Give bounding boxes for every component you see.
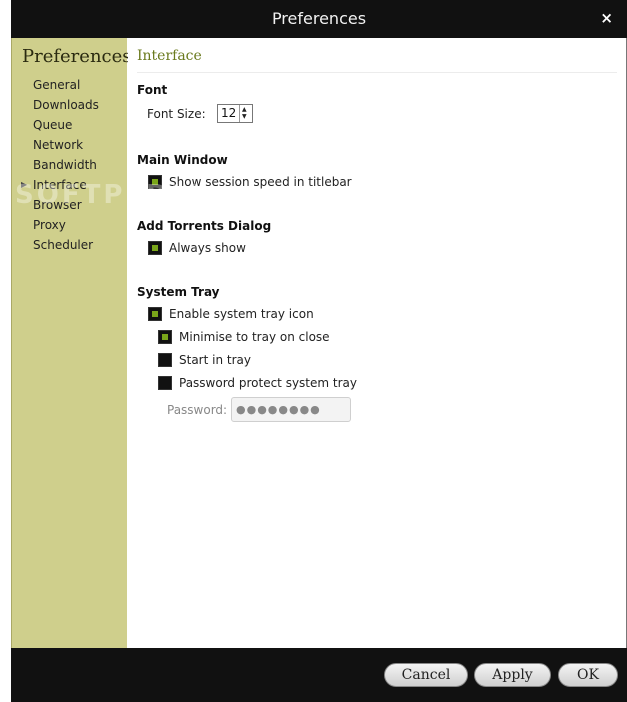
sidebar-item-proxy[interactable]: Proxy (33, 216, 66, 234)
button-bar: Cancel Apply OK (11, 648, 627, 702)
font-size-value[interactable]: 12 (221, 106, 236, 120)
content-panel: Interface Font Font Size: 12 ▲ ▼ Main Wi… (128, 38, 627, 648)
title-bar: Preferences × (11, 0, 627, 38)
sidebar-item-network[interactable]: Network (33, 136, 83, 154)
sidebar-item-queue[interactable]: Queue (33, 116, 72, 134)
sidebar-item-interface[interactable]: Interface (33, 176, 87, 194)
stepper-down-icon[interactable]: ▼ (242, 114, 247, 120)
sidebar-item-bandwidth[interactable]: Bandwidth (33, 156, 97, 174)
password-field[interactable]: ●●●●●●●● (231, 397, 351, 422)
sidebar-item-browser[interactable]: Browser (33, 196, 82, 214)
show-speed-label: Show session speed in titlebar (169, 175, 352, 189)
sidebar-title: Preferences (22, 46, 132, 67)
sidebar-item-downloads[interactable]: Downloads (33, 96, 99, 114)
add-torrents-heading: Add Torrents Dialog (137, 219, 272, 233)
start-in-tray-label: Start in tray (179, 353, 251, 367)
password-protect-label: Password protect system tray (179, 376, 357, 390)
always-show-checkbox[interactable] (148, 241, 162, 255)
always-show-label: Always show (169, 241, 246, 255)
section-title: Interface (137, 48, 202, 64)
font-size-label: Font Size: (147, 107, 206, 121)
sidebar: Preferences General Downloads Queue Netw… (11, 38, 132, 648)
sidebar-item-general[interactable]: General (33, 76, 80, 94)
ok-button[interactable]: OK (558, 663, 618, 687)
section-divider (137, 72, 617, 73)
minimise-tray-label: Minimise to tray on close (179, 330, 330, 344)
start-in-tray-checkbox[interactable] (158, 353, 172, 367)
preferences-window: Preferences × Preferences General Downlo… (11, 0, 627, 702)
show-speed-checkbox[interactable] (148, 175, 162, 189)
password-protect-checkbox[interactable] (158, 376, 172, 390)
font-size-stepper[interactable]: 12 ▲ ▼ (217, 104, 253, 123)
stepper-buttons: ▲ ▼ (239, 105, 252, 122)
sidebar-item-scheduler[interactable]: Scheduler (33, 236, 93, 254)
apply-button[interactable]: Apply (474, 663, 551, 687)
active-marker-icon: ▶ (21, 180, 28, 189)
close-icon[interactable]: × (600, 9, 613, 27)
password-label: Password: (167, 403, 228, 417)
cancel-button[interactable]: Cancel (384, 663, 468, 687)
window-title: Preferences (271, 9, 367, 28)
system-tray-heading: System Tray (137, 285, 220, 299)
font-heading: Font (137, 83, 168, 97)
main-window-heading: Main Window (137, 153, 228, 167)
enable-tray-checkbox[interactable] (148, 307, 162, 321)
minimise-tray-checkbox[interactable] (158, 330, 172, 344)
enable-tray-label: Enable system tray icon (169, 307, 314, 321)
